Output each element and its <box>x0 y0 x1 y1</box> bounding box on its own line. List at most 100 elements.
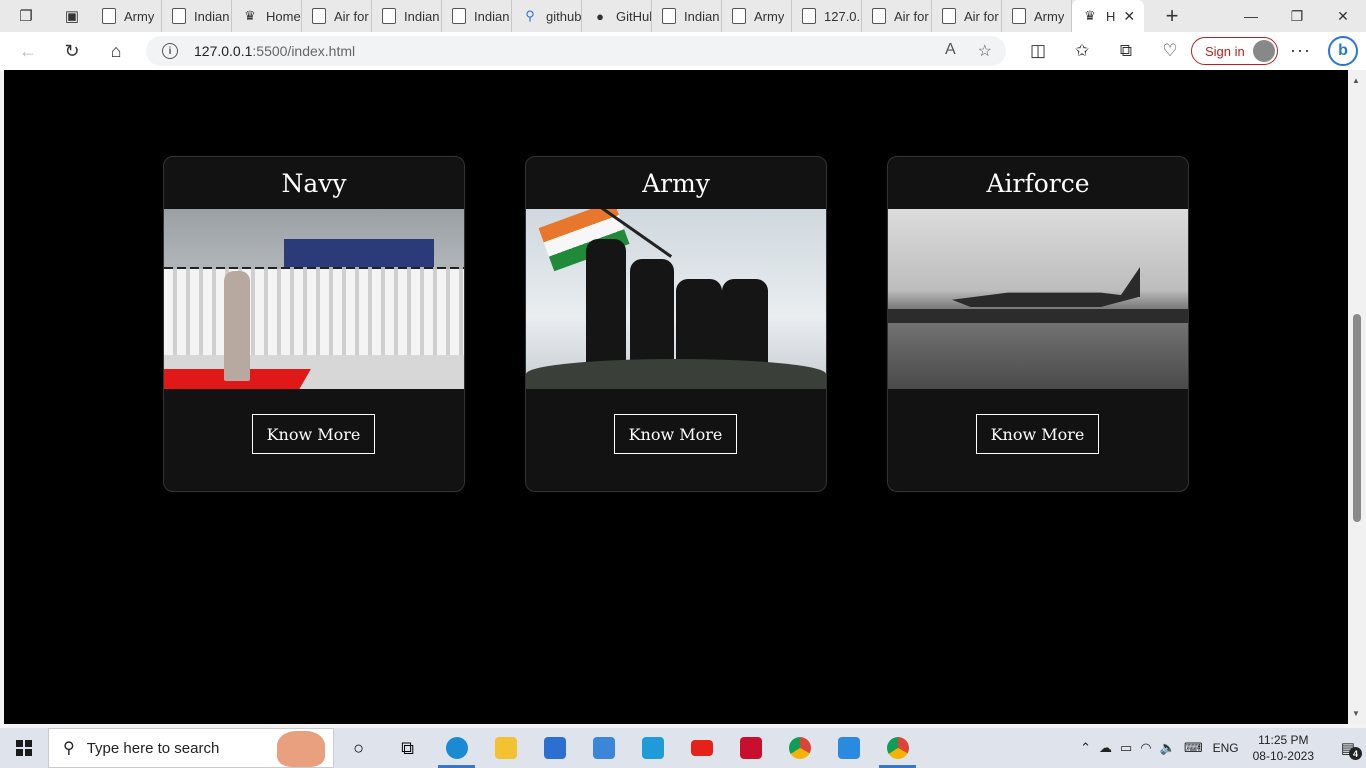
notification-count: 4 <box>1349 747 1362 760</box>
tab-actions-icon[interactable]: ▣ <box>52 0 92 32</box>
mail-icon[interactable] <box>579 728 628 768</box>
windows-icon <box>16 740 32 756</box>
tab[interactable]: 127.0. <box>792 0 862 32</box>
file-explorer-icon[interactable] <box>481 728 530 768</box>
site-info-icon[interactable]: i <box>162 43 178 59</box>
tab-label: Indian <box>194 8 230 24</box>
tab[interactable]: ⚲ github <box>512 0 582 32</box>
github-icon: ● <box>596 8 604 24</box>
system-tray: ⌃ ☁ ▭ ◠ 🔈 ⌨ ENG 11:25 PM 08-10-2023 ▤ 4 <box>1080 728 1366 768</box>
language-indicator[interactable]: ENG <box>1213 741 1239 755</box>
show-hidden-icons-icon[interactable]: ⌃ <box>1080 740 1091 756</box>
page-icon <box>382 8 396 24</box>
tab[interactable]: Air for <box>302 0 372 32</box>
know-more-button[interactable]: Know More <box>976 414 1099 454</box>
search-icon: ⚲ <box>525 8 535 23</box>
tab-label: Home <box>266 8 301 24</box>
clock[interactable]: 11:25 PM 08-10-2023 <box>1253 732 1314 764</box>
collections-icon[interactable]: ⧉ <box>1104 41 1148 61</box>
card-title: Army <box>642 168 710 198</box>
close-window-icon[interactable]: ✕ <box>1320 0 1366 32</box>
card-navy: Navy Know More <box>163 156 465 492</box>
edge-icon[interactable] <box>432 728 481 768</box>
chrome-profile-icon[interactable] <box>873 728 922 768</box>
sign-in-label: Sign in <box>1205 43 1245 59</box>
keyboard-icon[interactable]: ⌨ <box>1184 740 1203 756</box>
mcafee-icon[interactable] <box>726 728 775 768</box>
workspaces-icon[interactable]: ❐ <box>0 0 52 32</box>
home-icon[interactable]: ⌂ <box>94 32 138 70</box>
task-view-icon[interactable]: ⧉ <box>383 728 432 768</box>
tab-label: H <box>1106 8 1116 24</box>
tab-label: Air for <box>894 8 929 24</box>
battery-icon[interactable]: ▭ <box>1120 740 1132 756</box>
favorite-star-icon[interactable]: ☆ <box>978 41 992 61</box>
tab[interactable]: Indian <box>442 0 512 32</box>
more-options-icon[interactable]: ··· <box>1290 40 1311 61</box>
search-placeholder: Type here to search <box>86 739 220 757</box>
scroll-thumb[interactable] <box>1353 314 1361 522</box>
l-app-icon[interactable] <box>628 728 677 768</box>
back-arrow-icon[interactable]: ← <box>6 32 50 70</box>
card-title: Navy <box>281 168 347 198</box>
avatar <box>1253 40 1275 62</box>
minimize-icon[interactable]: — <box>1228 0 1274 32</box>
tab-label: Indian <box>684 8 720 24</box>
page-scrollbar[interactable]: ▲ ▼ <box>1348 70 1366 724</box>
taskbar: ⚲ Type here to search ○ ⧉ ⌃ ☁ ▭ ◠ 🔈 ⌨ EN… <box>0 728 1366 768</box>
cloud-icon[interactable]: ☁ <box>1099 740 1112 756</box>
read-aloud-icon[interactable]: A <box>945 41 956 61</box>
address-bar[interactable]: i 127.0.0.1:5500/index.html A ☆ <box>146 36 1006 66</box>
tab[interactable]: ♛ Home <box>232 0 302 32</box>
refresh-icon[interactable]: ↻ <box>50 32 94 70</box>
tab[interactable]: Indian <box>652 0 722 32</box>
tab-active[interactable]: ♛ H ✕ <box>1072 0 1144 32</box>
tab[interactable]: Army <box>1002 0 1072 32</box>
cortana-icon[interactable]: ○ <box>334 728 383 768</box>
volume-icon[interactable]: 🔈 <box>1160 740 1176 756</box>
scroll-up-icon[interactable]: ▲ <box>1352 76 1360 85</box>
tab[interactable]: Air for <box>862 0 932 32</box>
split-screen-icon[interactable]: ◫ <box>1016 41 1060 61</box>
taskbar-search[interactable]: ⚲ Type here to search <box>48 728 334 768</box>
bing-copilot-icon[interactable]: b <box>1328 36 1358 66</box>
card-army: Army Know More <box>525 156 827 492</box>
chrome-icon[interactable] <box>775 728 824 768</box>
tab-label: GitHub <box>616 8 651 24</box>
sign-in-button[interactable]: Sign in <box>1191 37 1278 65</box>
tab[interactable]: Army <box>722 0 792 32</box>
tab[interactable]: Indian <box>372 0 442 32</box>
search-icon: ⚲ <box>63 740 75 757</box>
know-more-button[interactable]: Know More <box>252 414 375 454</box>
favorites-icon[interactable]: ✩ <box>1060 41 1104 61</box>
wifi-icon[interactable]: ◠ <box>1140 740 1151 756</box>
vscode-icon[interactable] <box>824 728 873 768</box>
youtube-icon[interactable] <box>677 728 726 768</box>
notifications-icon[interactable]: ▤ 4 <box>1330 728 1366 768</box>
close-tab-icon[interactable]: ✕ <box>1123 8 1135 25</box>
card-title: Airforce <box>986 168 1090 198</box>
search-highlight-icon <box>277 731 325 767</box>
tab[interactable]: Air for <box>932 0 1002 32</box>
url-text: 127.0.0.1:5500/index.html <box>194 43 355 59</box>
restore-icon[interactable]: ❐ <box>1274 0 1320 32</box>
scroll-down-icon[interactable]: ▼ <box>1352 709 1360 718</box>
clock-time: 11:25 PM <box>1258 733 1309 747</box>
emblem-icon: ♛ <box>1084 8 1096 23</box>
window-controls: — ❐ ✕ <box>1228 0 1366 32</box>
tab[interactable]: Army <box>92 0 162 32</box>
airforce-image <box>888 209 1188 389</box>
store-icon[interactable] <box>530 728 579 768</box>
toolbar: ◫ ✩ ⧉ ♡ <box>1016 32 1192 70</box>
know-more-button[interactable]: Know More <box>614 414 737 454</box>
browser-essentials-icon[interactable]: ♡ <box>1148 41 1192 61</box>
tab-label: Indian <box>404 8 440 24</box>
url-path: :5500/index.html <box>252 43 356 59</box>
start-button[interactable] <box>0 728 48 768</box>
page-icon <box>172 8 186 24</box>
tab[interactable]: Indian <box>162 0 232 32</box>
new-tab-button[interactable]: + <box>1156 0 1188 32</box>
card-airforce: Airforce Know More <box>887 156 1189 492</box>
tab-label: github <box>546 8 581 24</box>
tab[interactable]: ● GitHub <box>582 0 652 32</box>
